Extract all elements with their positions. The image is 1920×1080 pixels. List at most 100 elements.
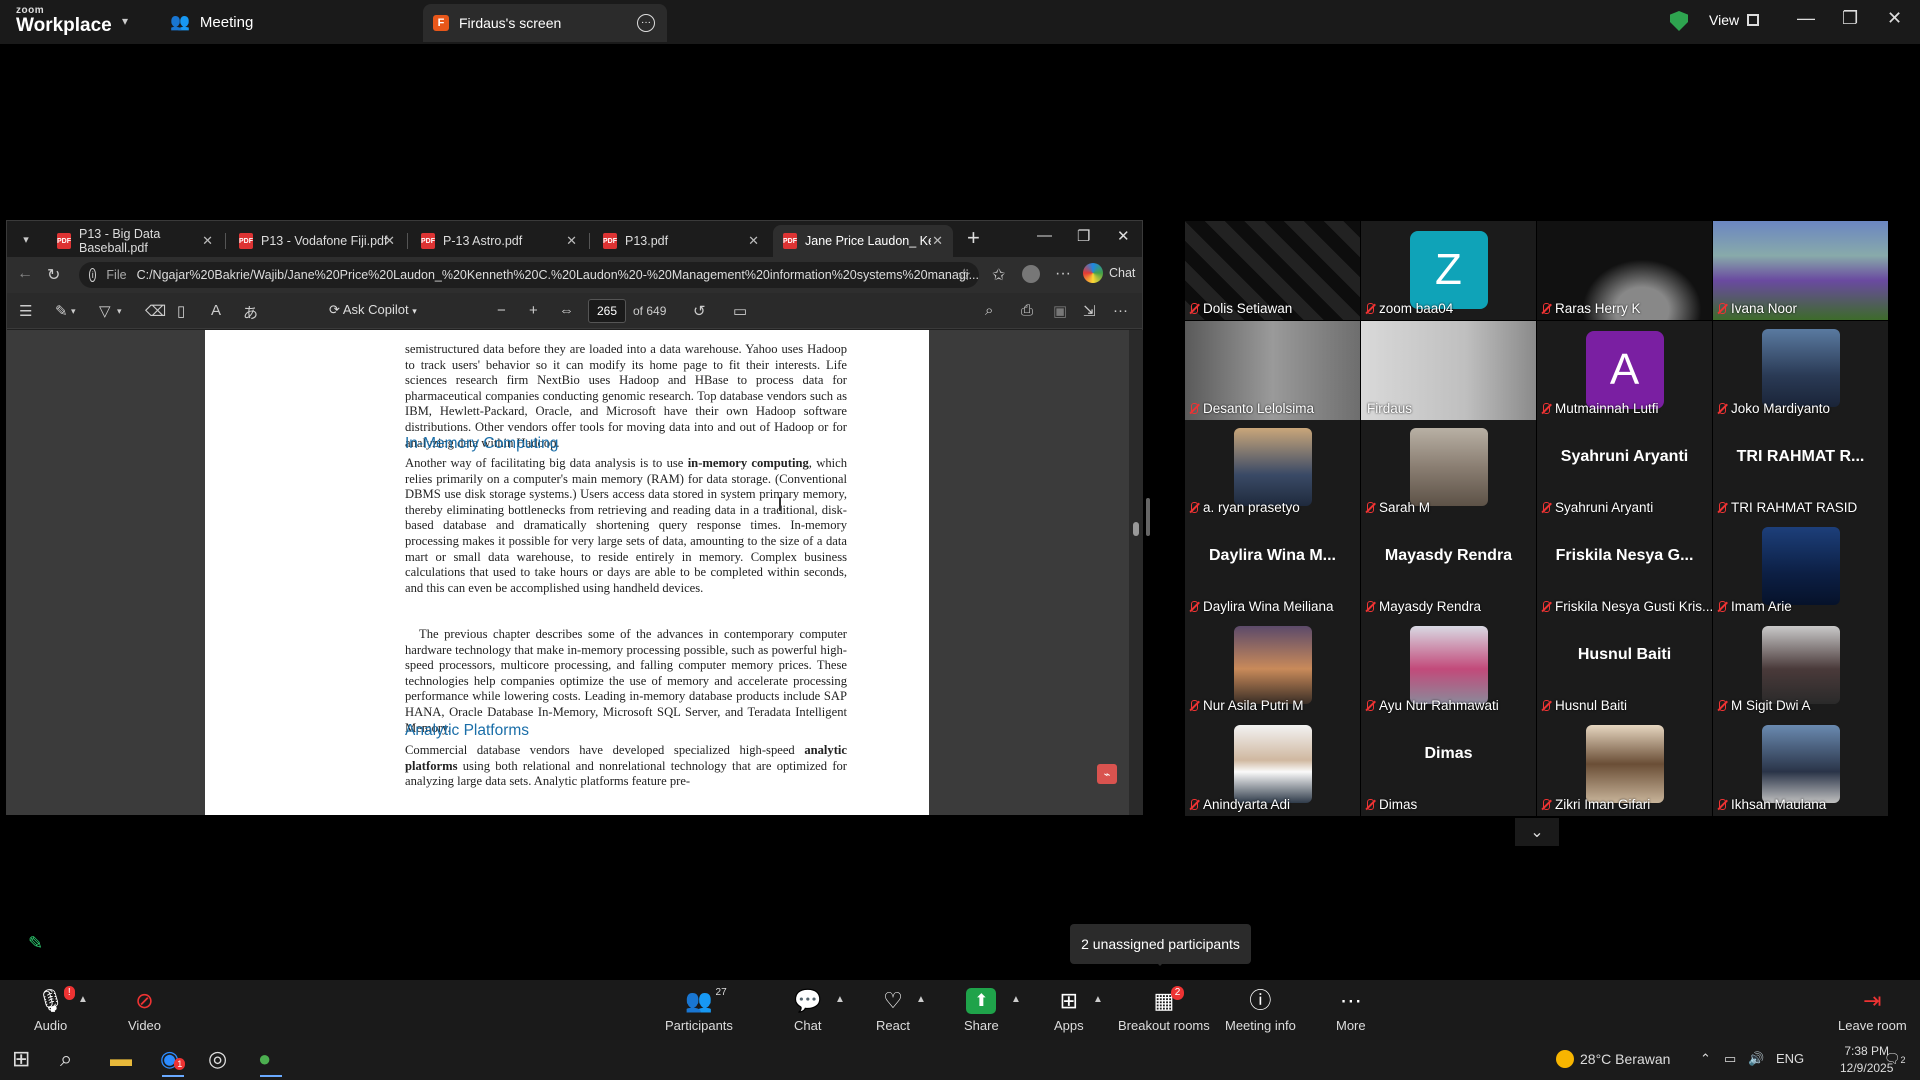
refresh-icon[interactable]: ↻ (47, 265, 60, 285)
contents-icon[interactable]: ☰ (19, 302, 32, 320)
zoom-out-icon[interactable]: − (497, 302, 506, 319)
file-explorer-icon[interactable]: ▬ (110, 1046, 132, 1072)
maximize-icon[interactable]: ❐ (1842, 8, 1858, 29)
participant-tile[interactable]: Sarah M (1361, 420, 1536, 519)
tab-close-icon[interactable]: ✕ (566, 233, 577, 249)
minimize-icon[interactable]: — (1797, 8, 1815, 29)
leave-room-button[interactable]: ⇥ Leave room (1838, 988, 1907, 1033)
weather-widget[interactable]: 28°C Berawan (1556, 1050, 1670, 1068)
screen-options-icon[interactable]: ··· (637, 14, 655, 32)
search-icon[interactable]: ⌕ (60, 1046, 72, 1072)
chrome-icon[interactable]: ● (258, 1046, 283, 1077)
windows-start-icon[interactable]: ⊞ (12, 1046, 30, 1072)
favorite-star-icon[interactable]: ☆ (957, 265, 971, 285)
two-page-icon[interactable]: ▭ (733, 302, 747, 320)
copilot-chat-button[interactable]: Chat (1083, 263, 1135, 283)
page-view-icon[interactable]: ▯ (177, 302, 185, 320)
participant-tile[interactable]: Syahruni Aryanti Syahruni Aryanti (1537, 420, 1712, 519)
breakout-rooms-button[interactable]: ▦ 2 Breakout rooms (1118, 986, 1210, 1033)
react-options-chevron-icon[interactable]: ▲ (916, 994, 926, 1005)
language-indicator[interactable]: ENG (1776, 1051, 1804, 1066)
pdf-more-icon[interactable]: ··· (1113, 302, 1128, 319)
participant-tile[interactable]: Ayu Nur Rahmawati (1361, 618, 1536, 717)
translate-icon[interactable]: あ (243, 302, 258, 323)
view-button[interactable]: View (1709, 12, 1760, 28)
print-icon[interactable]: ⎙ (1021, 302, 1033, 319)
participant-tile[interactable]: Zikri Iman Gifari (1537, 717, 1712, 816)
chat-button[interactable]: 💬 Chat (794, 988, 821, 1033)
share-button[interactable]: ⬆ Share (964, 988, 999, 1033)
participant-tile-active-speaker[interactable]: Firdaus (1361, 321, 1536, 420)
tab-actions-chevron-icon[interactable]: ▾ (15, 229, 37, 249)
gallery-next-page-chevron-icon[interactable]: ⌄ (1515, 818, 1559, 846)
tab-close-icon[interactable]: ✕ (932, 233, 943, 249)
zoom-in-icon[interactable]: + (529, 302, 538, 319)
close-icon[interactable]: ✕ (1887, 8, 1902, 29)
participant-tile[interactable]: Raras Herry K (1537, 221, 1712, 320)
page-number-input[interactable]: 265 (588, 299, 626, 323)
participant-tile[interactable]: Daylira Wina M... Daylira Wina Meiliana (1185, 519, 1360, 618)
browser-close-icon[interactable]: ✕ (1117, 227, 1130, 245)
audio-button[interactable]: 🎙! Audio (34, 986, 75, 1033)
participant-tile[interactable]: Desanto Lelolsima (1185, 321, 1360, 420)
react-button[interactable]: ♡ React (876, 988, 910, 1033)
tab-close-icon[interactable]: ✕ (748, 233, 759, 249)
shared-screen-tab[interactable]: F Firdaus's screen ··· (423, 4, 667, 42)
participant-tile[interactable]: TRI RAHMAT R... TRI RAHMAT RASID (1713, 420, 1888, 519)
tab-close-icon[interactable]: ✕ (202, 233, 213, 249)
browser-menu-icon[interactable]: ··· (1055, 265, 1071, 283)
participant-tile[interactable]: Dimas Dimas (1361, 717, 1536, 816)
video-button[interactable]: ⊘ Video (128, 988, 161, 1033)
fit-width-icon[interactable]: ⇔ (559, 302, 574, 319)
back-icon[interactable]: ← (17, 265, 33, 283)
zoom-app-icon[interactable]: ◉ 1 (160, 1046, 186, 1077)
find-icon[interactable]: ⌕ (985, 302, 993, 319)
security-shield-icon[interactable] (1670, 11, 1688, 31)
audio-options-chevron-icon[interactable]: ▲ (78, 994, 88, 1005)
browser-tab[interactable]: PDF P13 - Vodafone Fiji.pdf ✕ (229, 225, 405, 257)
browser-tab[interactable]: PDF P13 - Big Data Baseball.pdf ✕ (47, 225, 223, 257)
pdf-scrollbar[interactable] (1129, 330, 1143, 815)
chat-options-chevron-icon[interactable]: ▲ (835, 994, 845, 1005)
notification-icon[interactable]: 🗨2 (1884, 1051, 1906, 1067)
network-icon[interactable]: ▭ (1724, 1051, 1736, 1067)
highlight-chevron-icon[interactable]: ▾ (71, 306, 76, 317)
participant-tile[interactable]: Nur Asila Putri M (1185, 618, 1360, 717)
browser-restore-icon[interactable]: ❐ (1077, 227, 1090, 245)
participant-tile[interactable]: a. ryan prasetyo (1185, 420, 1360, 519)
meeting-info-button[interactable]: ⓘ Meeting info (1225, 988, 1296, 1033)
read-aloud-icon[interactable]: A (211, 302, 221, 319)
share-options-chevron-icon[interactable]: ▲ (1011, 994, 1021, 1005)
workplace-menu-chevron-icon[interactable]: ▾ (122, 14, 128, 28)
eraser-icon[interactable]: ⌫ (145, 302, 166, 320)
participant-tile[interactable]: A Mutmainnah Lutfi (1537, 321, 1712, 420)
save-icon[interactable]: ▣ (1053, 302, 1067, 320)
participant-tile[interactable]: Ikhsan Maulana (1713, 717, 1888, 816)
split-handle[interactable] (1146, 498, 1150, 536)
participant-tile[interactable]: M Sigit Dwi A (1713, 618, 1888, 717)
info-icon[interactable]: i (89, 268, 97, 282)
participant-tile[interactable]: Anindyarta Adi (1185, 717, 1360, 816)
ask-copilot-button[interactable]: ⟳ Ask Copilot ▾ (329, 302, 417, 318)
pdf-viewer[interactable]: semistructured data before they are load… (7, 330, 1129, 815)
participants-button[interactable]: 👥 27 Participants (665, 987, 733, 1033)
browser-tab-active[interactable]: PDF Jane Price Laudon_ Kenneth ✕ (773, 225, 953, 257)
scrollbar-thumb[interactable] (1133, 522, 1139, 536)
draw-chevron-icon[interactable]: ▾ (117, 306, 122, 317)
acrobat-icon[interactable]: ⌁ (1097, 764, 1117, 784)
participant-tile[interactable]: Friskila Nesya G... Friskila Nesya Gusti… (1537, 519, 1712, 618)
apps-options-chevron-icon[interactable]: ▲ (1093, 994, 1103, 1005)
meeting-tab[interactable]: 👥 Meeting (170, 12, 253, 32)
annotate-pencil-icon[interactable]: ✎ (28, 933, 43, 954)
address-bar[interactable]: i File C:/Ngajar%20Bakrie/Wajib/Jane%20P… (79, 262, 979, 288)
participant-tile[interactable]: Mayasdy Rendra Mayasdy Rendra (1361, 519, 1536, 618)
participant-tile[interactable]: Ivana Noor (1713, 221, 1888, 320)
volume-icon[interactable]: 🔊 (1748, 1051, 1764, 1067)
save-as-icon[interactable]: ⇲ (1083, 302, 1096, 320)
rotate-icon[interactable]: ↺ (693, 302, 706, 320)
favorites-icon[interactable]: ✩ (992, 265, 1005, 285)
participant-tile[interactable]: Joko Mardiyanto (1713, 321, 1888, 420)
participant-tile[interactable]: Imam Arie (1713, 519, 1888, 618)
participant-tile[interactable]: Dolis Setiawan (1185, 221, 1360, 320)
browser-minimize-icon[interactable]: — (1037, 227, 1052, 244)
